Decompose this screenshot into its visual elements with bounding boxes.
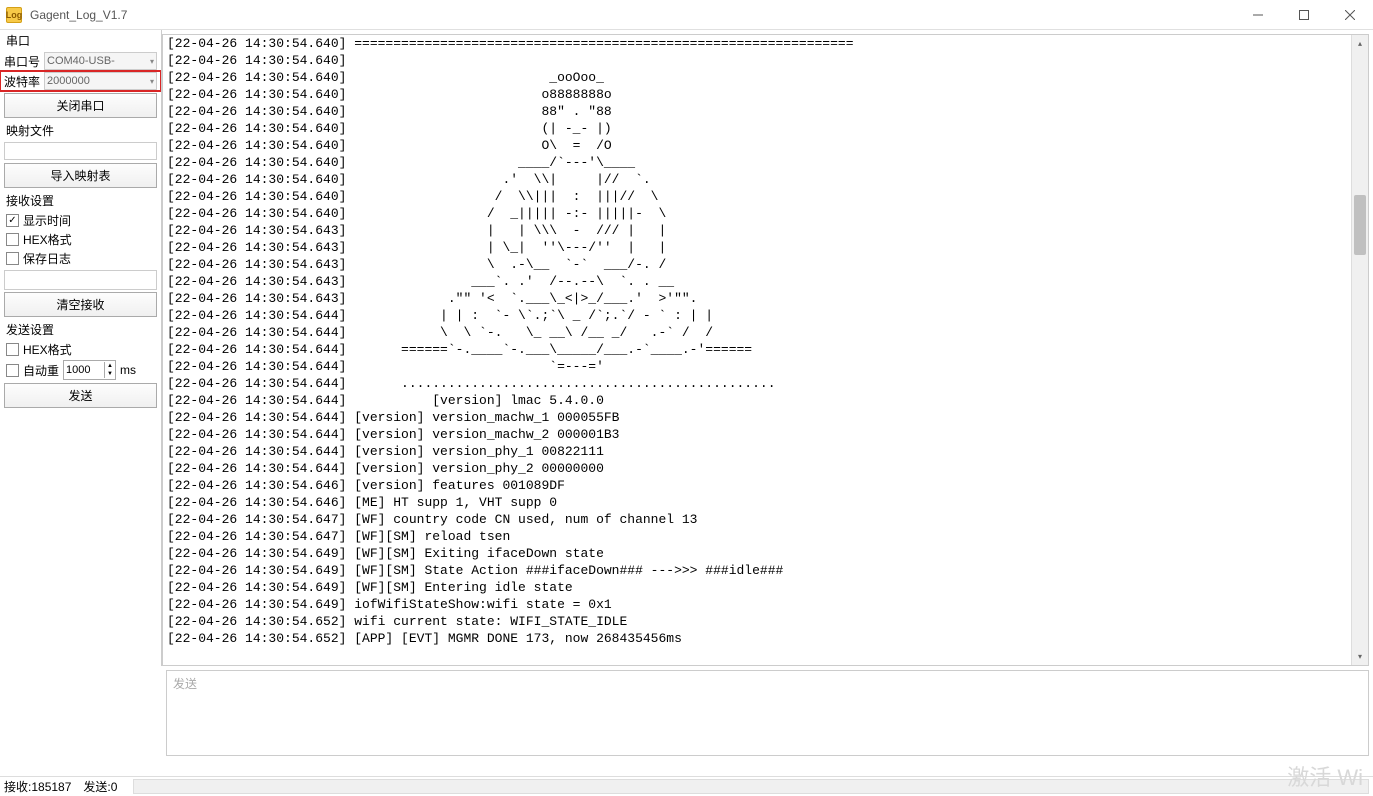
map-file-label: 映射文件 [0, 120, 161, 141]
send-count: 0 [111, 780, 118, 794]
chevron-down-icon: ▾ [150, 77, 154, 86]
baud-label: 波特率 [4, 73, 42, 90]
spinner-down-icon[interactable]: ▼ [105, 370, 115, 378]
port-row: 串口号 COM40-USB- ▾ [0, 51, 161, 71]
send-status: 发送:0 [83, 778, 117, 795]
send-label: 发送: [83, 780, 110, 794]
hex-format2-label: HEX格式 [23, 341, 72, 358]
app-icon: Log [6, 7, 22, 23]
hex-format-row: HEX格式 [0, 230, 161, 249]
auto-send-checkbox[interactable] [6, 364, 19, 377]
show-time-label: 显示时间 [23, 212, 71, 229]
send-textarea[interactable]: 发送 [166, 670, 1369, 756]
sidebar: 串口 串口号 COM40-USB- ▾ 波特率 2000000 ▾ 关闭串口 映… [0, 30, 162, 666]
recv-label: 接收: [4, 780, 31, 794]
scroll-up-icon[interactable]: ▴ [1352, 35, 1368, 52]
spinner-up-icon[interactable]: ▲ [105, 362, 115, 370]
send-button[interactable]: 发送 [4, 383, 157, 408]
port-select[interactable]: COM40-USB- ▾ [44, 52, 157, 70]
scroll-thumb[interactable] [1354, 195, 1366, 255]
recv-count: 185187 [31, 780, 71, 794]
close-button[interactable] [1327, 0, 1373, 29]
save-log-checkbox[interactable] [6, 252, 19, 265]
titlebar: Log Gagent_Log_V1.7 [0, 0, 1373, 30]
auto-send-row: 自动重 ▲ ▼ ms [0, 359, 161, 381]
interval-spinner[interactable]: ▲ ▼ [63, 360, 116, 380]
main-area: 串口 串口号 COM40-USB- ▾ 波特率 2000000 ▾ 关闭串口 映… [0, 30, 1373, 666]
minimize-button[interactable] [1235, 0, 1281, 29]
close-port-button[interactable]: 关闭串口 [4, 93, 157, 118]
scroll-down-icon[interactable]: ▾ [1352, 648, 1368, 665]
baud-select[interactable]: 2000000 ▾ [44, 72, 157, 90]
maximize-button[interactable] [1281, 0, 1327, 29]
save-log-row: 保存日志 [0, 249, 161, 268]
save-path-input[interactable] [4, 270, 157, 290]
save-log-label: 保存日志 [23, 250, 71, 267]
hex-format2-row: HEX格式 [0, 340, 161, 359]
hex-format-label: HEX格式 [23, 231, 72, 248]
send-area: 发送 [166, 670, 1369, 756]
statusbar: 接收:185187 发送:0 [0, 776, 1373, 796]
hex-format2-checkbox[interactable] [6, 343, 19, 356]
port-value: COM40-USB- [47, 55, 115, 67]
show-time-checkbox[interactable]: ✓ [6, 214, 19, 227]
map-file-input[interactable] [4, 142, 157, 160]
import-map-button[interactable]: 导入映射表 [4, 163, 157, 188]
auto-send-label: 自动重 [23, 362, 59, 379]
port-label: 串口号 [4, 53, 42, 70]
serial-group-label: 串口 [0, 30, 161, 51]
recv-status: 接收:185187 [4, 778, 71, 795]
vertical-scrollbar[interactable]: ▴ ▾ [1351, 35, 1368, 665]
window-title: Gagent_Log_V1.7 [30, 8, 1235, 22]
window-controls [1235, 0, 1373, 29]
chevron-down-icon: ▾ [150, 57, 154, 66]
show-time-row: ✓ 显示时间 [0, 211, 161, 230]
log-content[interactable]: [22-04-26 14:30:54.640] ================… [163, 35, 1368, 647]
log-area: [22-04-26 14:30:54.640] ================… [162, 34, 1369, 666]
interval-unit: ms [120, 363, 136, 377]
baud-value: 2000000 [47, 75, 90, 87]
baud-row: 波特率 2000000 ▾ [0, 71, 161, 91]
send-group-label: 发送设置 [0, 319, 161, 340]
hex-format-checkbox[interactable] [6, 233, 19, 246]
horizontal-scrollbar[interactable] [133, 779, 1369, 794]
clear-recv-button[interactable]: 清空接收 [4, 292, 157, 317]
recv-group-label: 接收设置 [0, 190, 161, 211]
interval-input[interactable] [64, 363, 104, 377]
